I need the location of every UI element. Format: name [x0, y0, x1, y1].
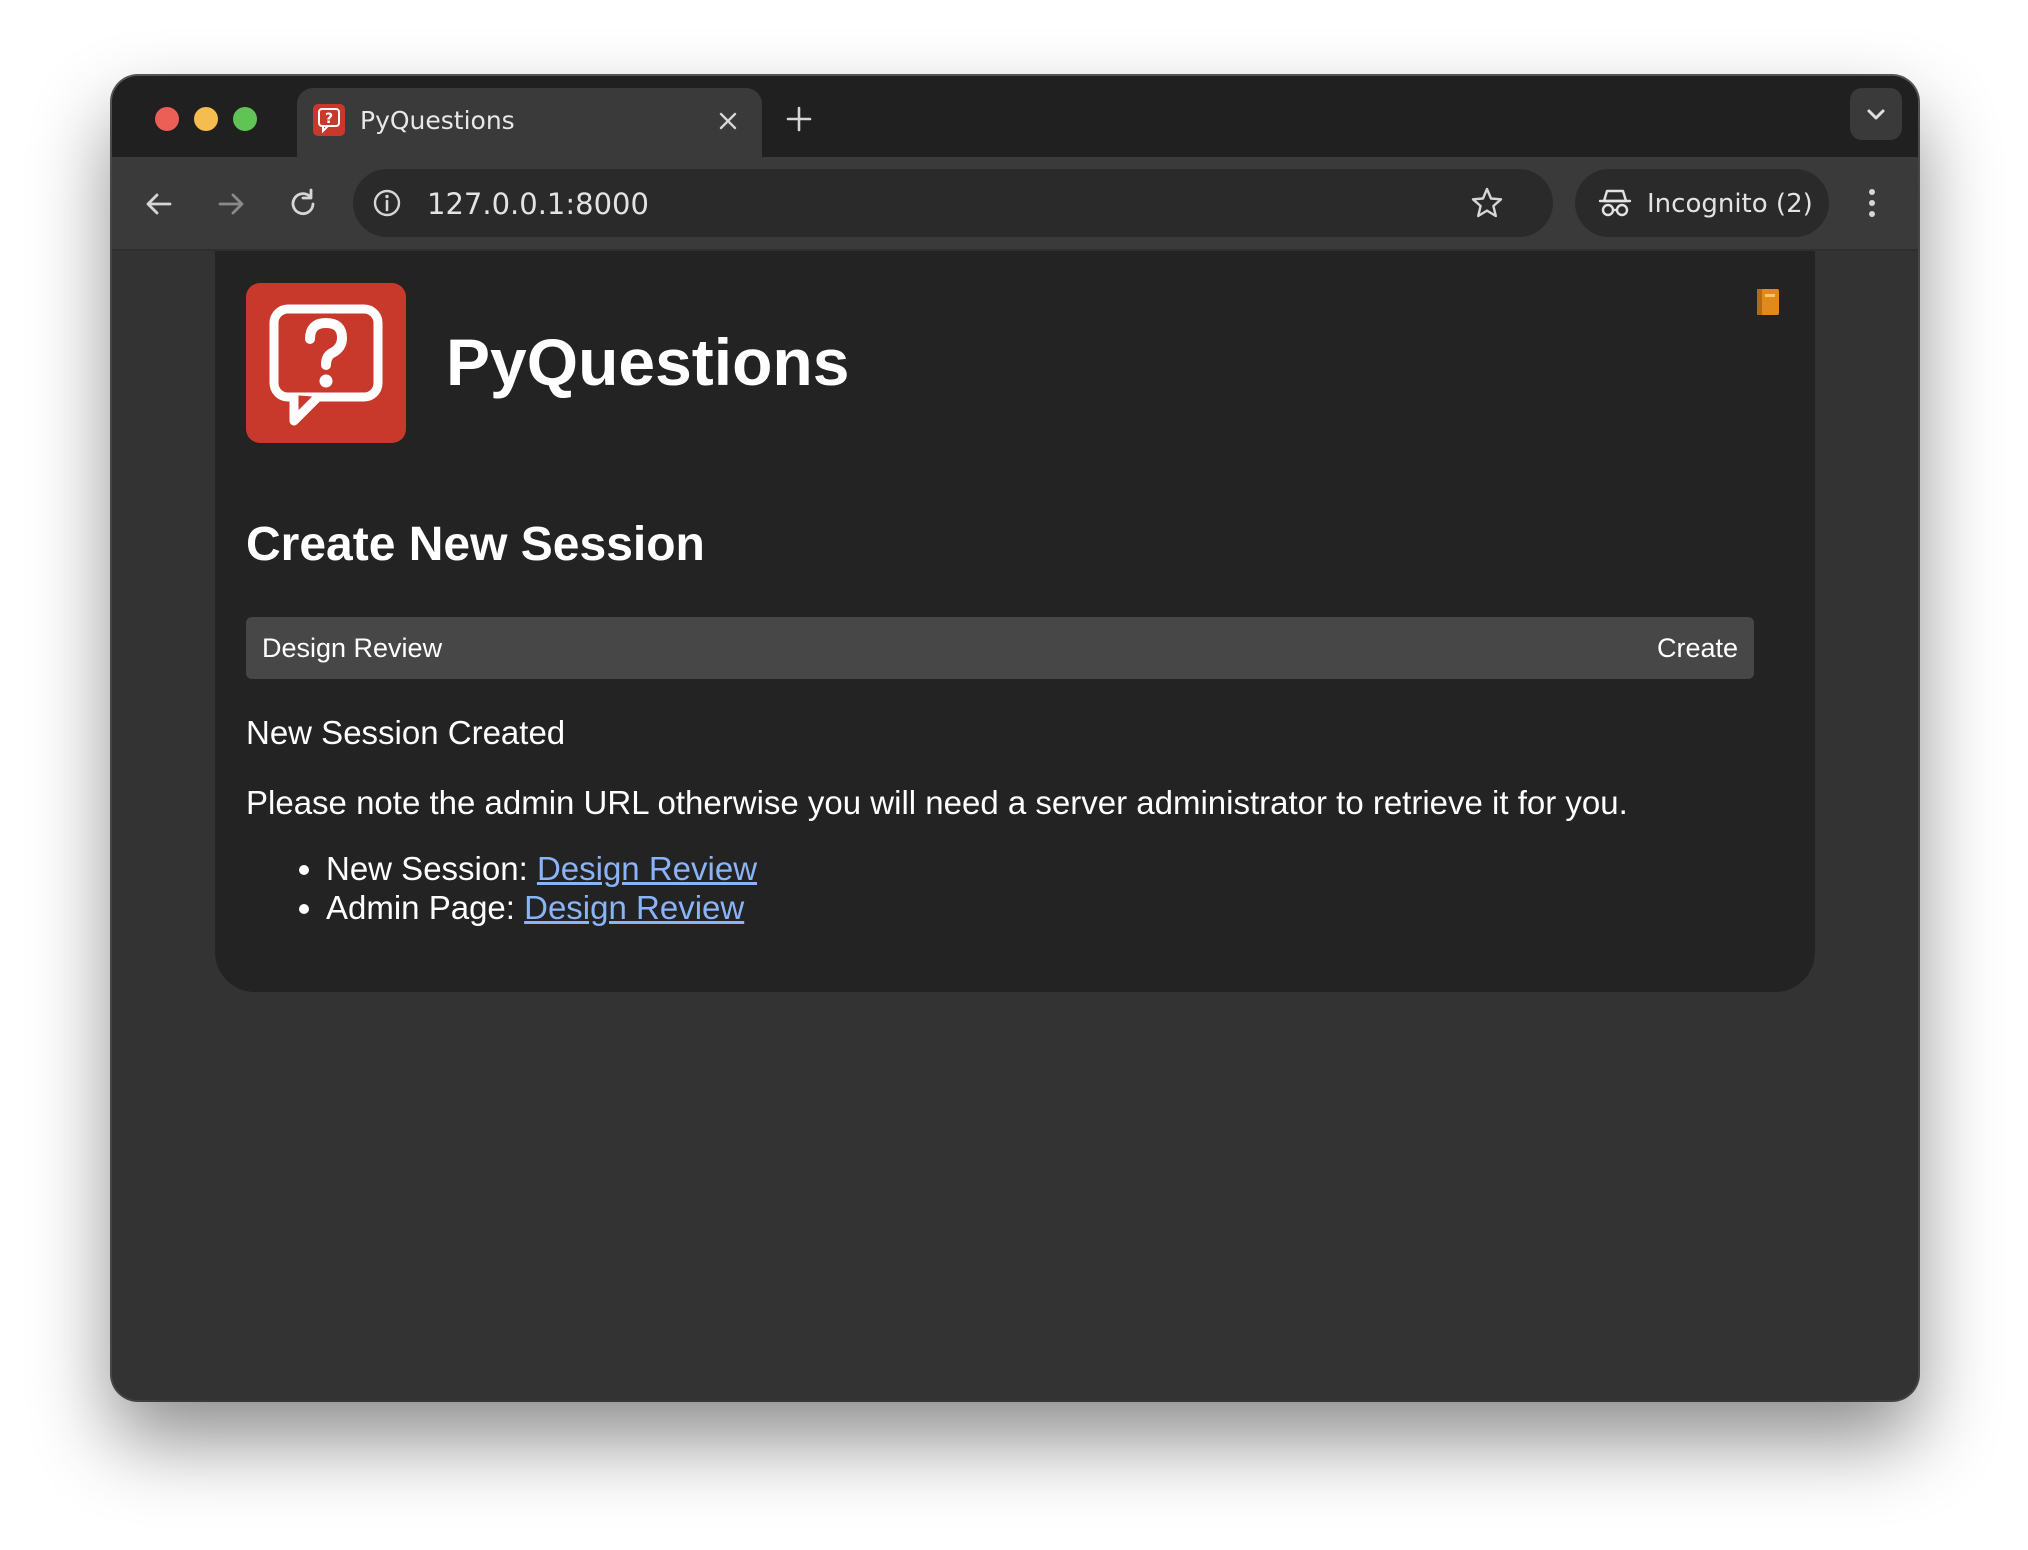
book-icon[interactable]: [1755, 285, 1781, 317]
incognito-profile-button[interactable]: Incognito (2): [1575, 169, 1829, 237]
page-viewport: PyQuestions Create New Session Create Ne…: [112, 251, 1918, 1400]
forward-arrow-icon[interactable]: [214, 187, 248, 221]
close-icon[interactable]: [715, 108, 741, 134]
chevron-down-icon: [1867, 109, 1885, 120]
incognito-label: Incognito (2): [1647, 189, 1813, 219]
tab-strip: ? PyQuestions: [112, 76, 1918, 157]
question-bubble-icon: [246, 283, 406, 443]
session-name-input[interactable]: [246, 617, 1662, 679]
star-icon[interactable]: [1469, 185, 1505, 221]
status-message: New Session Created: [246, 714, 566, 751]
info-icon[interactable]: [367, 183, 407, 223]
create-button[interactable]: Create: [1641, 617, 1754, 679]
admin-url-note: Please note the admin URL otherwise you …: [246, 784, 1628, 821]
browser-window: ? PyQuestions 127.0.0.1:8000 Incognito (…: [112, 76, 1918, 1400]
app-title: PyQuestions: [446, 325, 850, 399]
list-item: New Session: Design Review: [326, 849, 757, 888]
window-minimize-button[interactable]: [194, 107, 218, 131]
window-close-button[interactable]: [155, 107, 179, 131]
kebab-menu-icon[interactable]: [1862, 183, 1882, 223]
question-bubble-icon: ?: [313, 104, 345, 136]
new-session-label: New Session:: [326, 850, 537, 887]
incognito-icon: [1597, 185, 1633, 221]
svg-text:?: ?: [325, 111, 333, 127]
admin-page-link[interactable]: Design Review: [524, 889, 744, 926]
tab-pyquestions[interactable]: ? PyQuestions: [297, 88, 762, 157]
admin-page-label: Admin Page:: [326, 889, 525, 926]
back-arrow-icon[interactable]: [142, 187, 176, 221]
window-maximize-button[interactable]: [233, 107, 257, 131]
tab-title: PyQuestions: [360, 106, 515, 135]
list-item: Admin Page: Design Review: [326, 888, 757, 927]
plus-icon[interactable]: [784, 104, 814, 134]
reload-icon[interactable]: [286, 187, 320, 221]
new-session-link[interactable]: Design Review: [537, 850, 757, 887]
tab-search-button[interactable]: [1850, 88, 1902, 140]
url-text: 127.0.0.1:8000: [427, 187, 649, 221]
address-bar[interactable]: 127.0.0.1:8000: [353, 169, 1553, 237]
section-title: Create New Session: [246, 518, 705, 571]
session-links-list: New Session: Design Review Admin Page: D…: [246, 849, 757, 927]
browser-toolbar: 127.0.0.1:8000 Incognito (2): [112, 157, 1918, 251]
content-card: PyQuestions Create New Session Create Ne…: [215, 251, 1815, 992]
